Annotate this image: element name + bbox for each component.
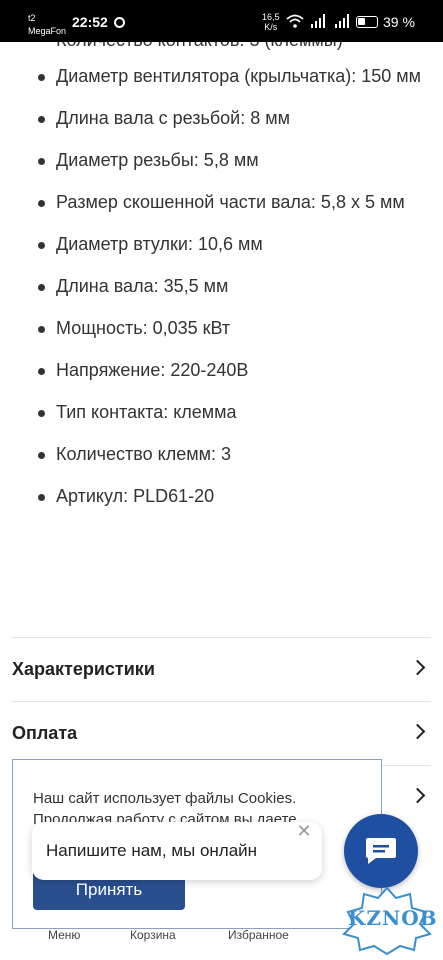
chat-prompt-bubble[interactable]: Напишите нам, мы онлайн: [32, 822, 322, 880]
speed-value: 16,5: [262, 12, 280, 22]
spec-text: Напряжение: 220-240В: [56, 360, 249, 380]
wifi-icon: [286, 14, 304, 28]
bullet-icon: [38, 116, 45, 123]
carrier-line1: t2: [28, 13, 36, 23]
notification-icon: [114, 17, 125, 28]
spec-item: Тип контакта: клемма: [0, 400, 443, 425]
close-icon[interactable]: ✕: [296, 822, 312, 840]
status-bar: t2 MegaFon 22:52 16,5 K/s 39 %: [0, 0, 443, 42]
spec-item: Длина вала с резьбой: 8 мм: [0, 106, 443, 131]
spec-text: Диаметр вентилятора (крыльчатка): 150 мм: [56, 66, 422, 86]
spec-item: Диаметр вентилятора (крыльчатка): 150 мм: [0, 64, 443, 89]
battery-icon: [356, 16, 378, 28]
signal-icon-2: [335, 14, 349, 28]
battery-level: [358, 18, 365, 25]
spec-item: Диаметр втулки: 10,6 мм: [0, 232, 443, 257]
signal-icon: [311, 14, 325, 28]
spec-text: Диаметр резьбы: 5,8 мм: [56, 150, 259, 170]
accordion-row[interactable]: Оплата: [12, 701, 431, 765]
clock: 22:52: [72, 14, 108, 30]
spec-item: Количество клемм: 3: [0, 442, 443, 467]
bullet-icon: [38, 494, 45, 501]
spec-list: Диаметр вентилятора (крыльчатка): 150 мм…: [0, 64, 443, 526]
watermark-logo: KZNOB: [334, 884, 440, 956]
chat-prompt-text: Напишите нам, мы онлайн: [46, 841, 258, 860]
spec-item: Мощность: 0,035 кВт: [0, 316, 443, 341]
bullet-icon: [38, 74, 45, 81]
watermark-text: KZNOB: [348, 906, 438, 930]
bullet-icon: [38, 284, 45, 291]
spec-text: Диаметр втулки: 10,6 мм: [56, 234, 263, 254]
spec-item: Длина вала: 35,5 мм: [0, 274, 443, 299]
nav-cart[interactable]: Корзина: [130, 928, 176, 942]
speed-unit: K/s: [264, 22, 278, 32]
chevron-right-icon: [409, 659, 426, 676]
network-speed: 16,5 K/s: [262, 12, 280, 32]
spec-item: Напряжение: 220-240В: [0, 358, 443, 383]
accordion-row[interactable]: Характеристики: [12, 637, 431, 701]
spec-item: Размер скошенной части вала: 5,8 х 5 мм: [0, 190, 443, 215]
spec-text: Артикул: PLD61-20: [56, 486, 215, 506]
bullet-icon: [38, 452, 45, 459]
battery-percent: 39 %: [383, 14, 415, 30]
spec-text: Мощность: 0,035 кВт: [56, 318, 231, 338]
spec-text: Тип контакта: клемма: [56, 402, 237, 422]
spec-item: Диаметр резьбы: 5,8 мм: [0, 148, 443, 173]
accordion-label: Оплата: [12, 723, 78, 743]
spec-text: Длина вала с резьбой: 8 мм: [56, 108, 290, 128]
carrier-info: t2 MegaFon: [28, 13, 66, 36]
nav-menu[interactable]: Меню: [48, 928, 80, 942]
chat-icon: [366, 838, 396, 864]
spec-text: Размер скошенной части вала: 5,8 х 5 мм: [56, 192, 405, 212]
accordion-label: Характеристики: [12, 659, 155, 679]
chevron-right-icon: [409, 787, 426, 804]
bullet-icon: [38, 410, 45, 417]
chat-button[interactable]: [344, 814, 418, 888]
carrier-line2: MegaFon: [28, 26, 67, 36]
chevron-right-icon: [409, 723, 426, 740]
spec-text: Количество клемм: 3: [56, 444, 232, 464]
spec-item: Артикул: PLD61-20: [0, 484, 443, 509]
bullet-icon: [38, 200, 45, 207]
bullet-icon: [38, 158, 45, 165]
bullet-icon: [38, 326, 45, 333]
bullet-icon: [38, 368, 45, 375]
spec-text: Длина вала: 35,5 мм: [56, 276, 229, 296]
bullet-icon: [38, 242, 45, 249]
nav-favorites[interactable]: Избранное: [228, 928, 289, 942]
